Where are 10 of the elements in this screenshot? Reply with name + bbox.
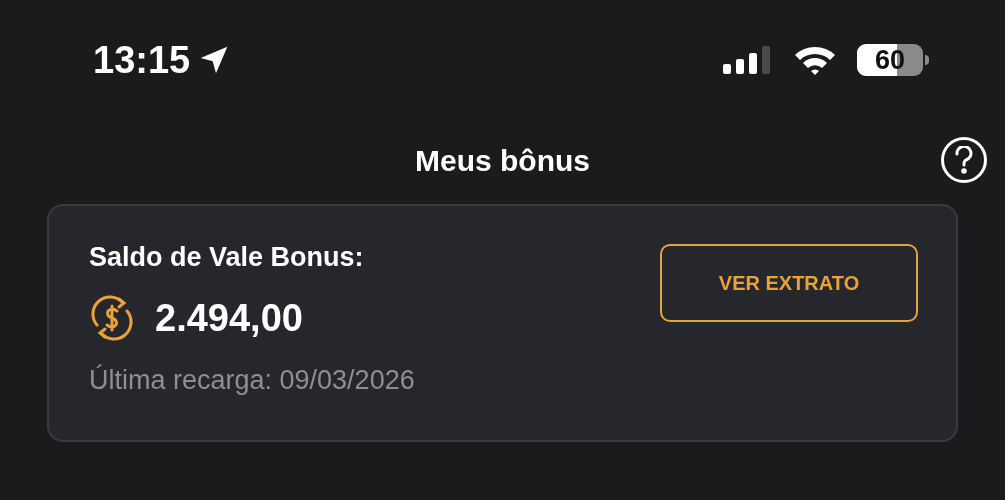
balance-amount: 2.494,00: [155, 299, 303, 337]
help-button[interactable]: [941, 137, 987, 183]
statement-button[interactable]: VER EXTRATO: [660, 244, 918, 322]
signal-icon: [723, 45, 773, 75]
balance-label: Saldo de Vale Bonus:: [89, 244, 365, 271]
clock-time: 13:15: [93, 41, 191, 79]
wifi-icon: [793, 44, 837, 76]
page-title: Meus bônus: [415, 142, 590, 179]
dollar-cycle-icon: [89, 295, 135, 341]
question-mark-icon: [953, 146, 975, 174]
